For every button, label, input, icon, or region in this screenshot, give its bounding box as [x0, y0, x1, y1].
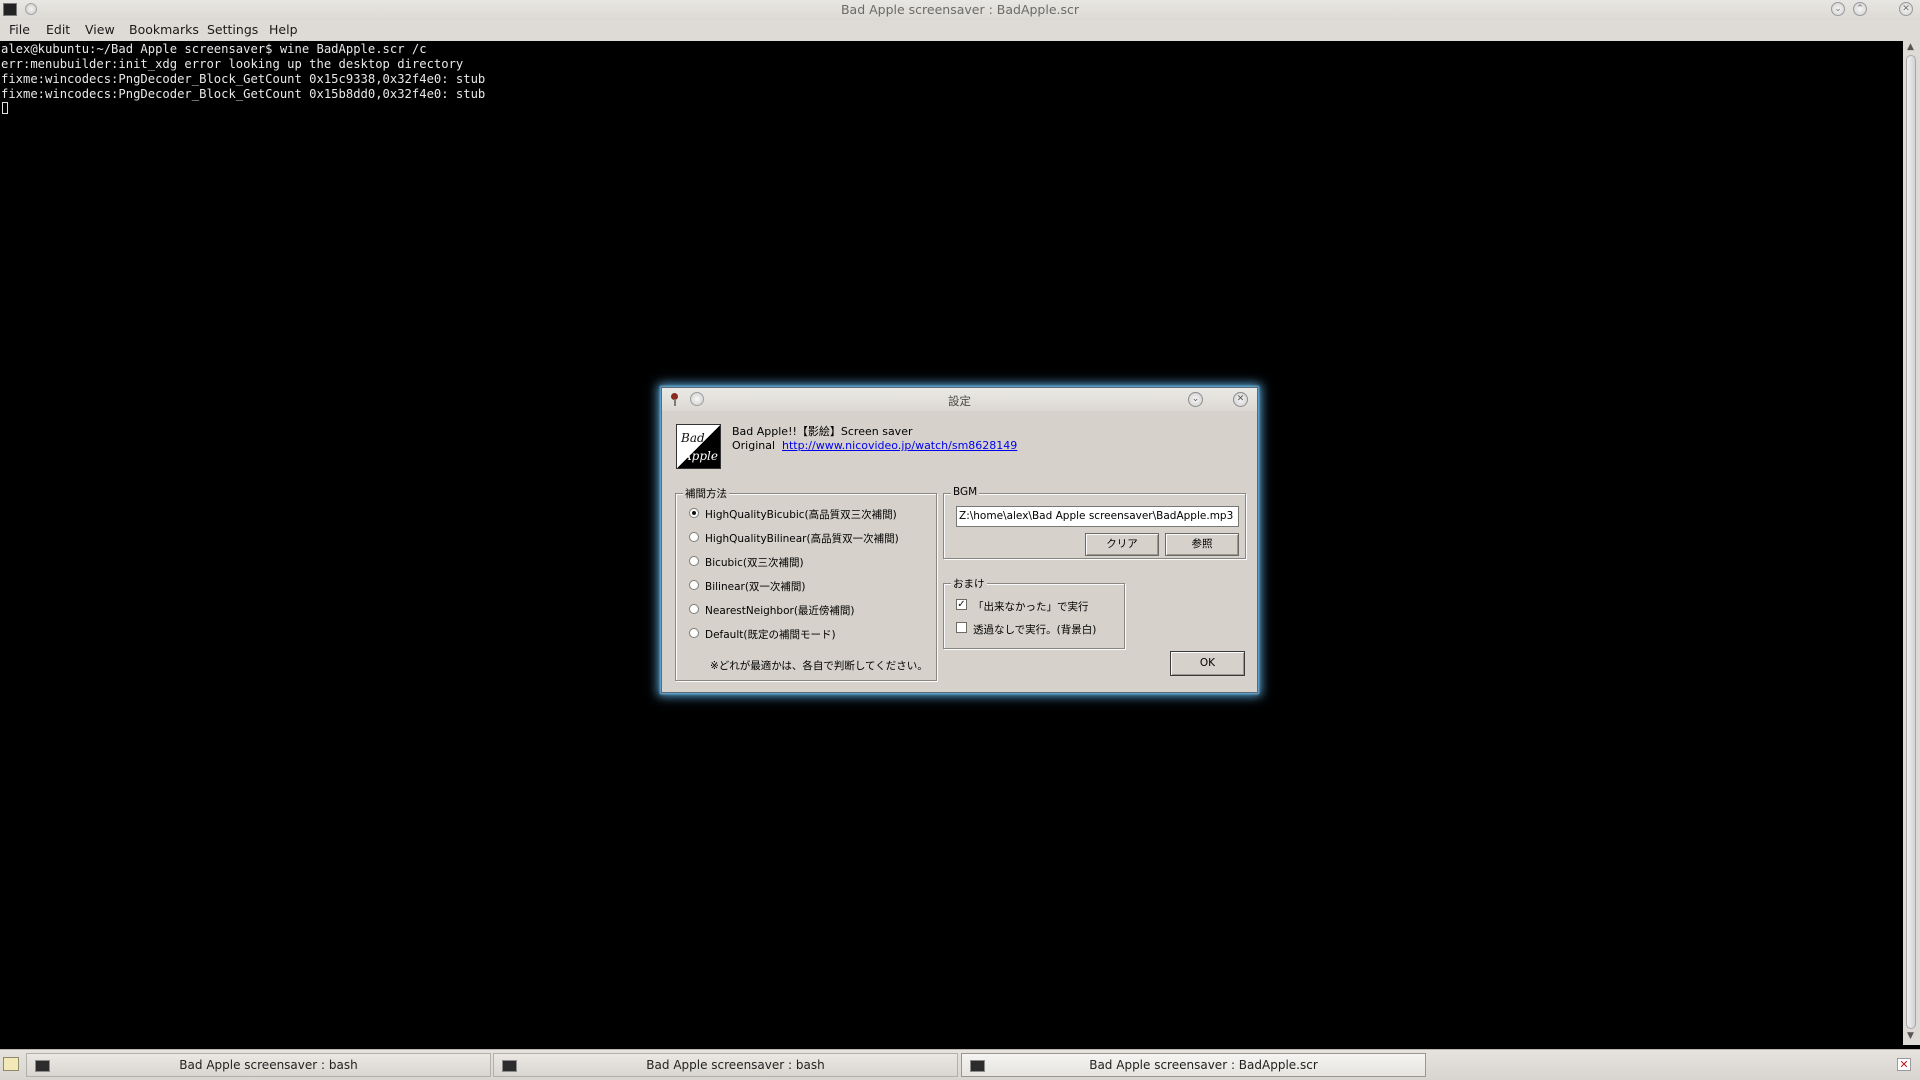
interpolation-legend: 補間方法: [683, 486, 729, 501]
radio-selected-icon[interactable]: [689, 508, 699, 518]
settings-dialog: 設定 ⌄ ✕ Bad Apple Bad Apple!!【影絵】Screen s…: [661, 387, 1258, 693]
scroll-up-icon[interactable]: ▲: [1907, 42, 1914, 52]
dialog-close-button[interactable]: ✕: [1233, 392, 1248, 407]
terminal-icon: [502, 1060, 517, 1072]
close-button[interactable]: ✕: [1899, 2, 1913, 16]
radio-icon[interactable]: [689, 532, 699, 542]
radio-icon[interactable]: [689, 628, 699, 638]
taskbar-item-badapple[interactable]: Bad Apple screensaver : BadApple.scr: [961, 1053, 1426, 1077]
tray-close-icon[interactable]: ✕: [1897, 1058, 1911, 1071]
bgm-legend: BGM: [951, 486, 980, 498]
app-title: Bad Apple!!【影絵】Screen saver: [732, 425, 913, 438]
menu-bookmarks[interactable]: Bookmarks: [129, 22, 199, 37]
maximize-button[interactable]: ⌃: [1853, 2, 1867, 16]
menu-edit[interactable]: Edit: [46, 22, 70, 37]
taskbar-item-bash-2[interactable]: Bad Apple screensaver : bash: [493, 1053, 958, 1077]
logo-text-bad: Bad: [681, 431, 705, 445]
bgm-group: BGM Z:\home\alex\Bad Apple screensaver\B…: [943, 486, 1246, 559]
terminal-line: fixme:wincodecs:PngDecoder_Block_GetCoun…: [1, 87, 486, 101]
original-link[interactable]: http://www.nicovideo.jp/watch/sm8628149: [782, 439, 1017, 452]
bad-apple-logo: Bad Apple: [676, 424, 721, 469]
taskbar-item-bash-1[interactable]: Bad Apple screensaver : bash: [26, 1053, 491, 1077]
menu-file[interactable]: File: [9, 22, 30, 37]
terminal-icon: [35, 1060, 50, 1072]
dialog-title: 設定: [948, 394, 971, 408]
terminal-cursor: [2, 102, 8, 114]
scroll-down-icon[interactable]: ▼: [1907, 1031, 1914, 1041]
menu-view[interactable]: View: [85, 22, 115, 37]
checkbox-icon[interactable]: [956, 622, 967, 633]
folder-icon[interactable]: [3, 1057, 19, 1071]
original-label: Original: [732, 439, 776, 452]
clear-button[interactable]: クリア: [1085, 533, 1159, 556]
interpolation-note: ※どれが最適かは、各自で判断してください。: [710, 660, 928, 672]
scrollbar-thumb[interactable]: [1906, 55, 1916, 1029]
taskbar: Bad Apple screensaver : bash Bad Apple s…: [0, 1049, 1920, 1080]
terminal-line: alex@kubuntu:~/Bad Apple screensaver$ wi…: [1, 42, 427, 56]
radio-icon[interactable]: [689, 604, 699, 614]
dialog-minimize-button[interactable]: ⌄: [1188, 392, 1203, 407]
bgm-path-input[interactable]: Z:\home\alex\Bad Apple screensaver\BadAp…: [956, 506, 1239, 527]
browse-button[interactable]: 参照: [1165, 533, 1239, 556]
terminal-line: fixme:wincodecs:PngDecoder_Block_GetCoun…: [1, 72, 486, 86]
terminal-line: err:menubuilder:init_xdg error looking u…: [1, 57, 464, 71]
minimize-button[interactable]: ⌄: [1831, 2, 1845, 16]
window-titlebar: Bad Apple screensaver : BadApple.scr ⌄ ⌃…: [0, 0, 1920, 20]
dialog-titlebar: 設定 ⌄ ✕: [662, 388, 1257, 411]
terminal-scrollbar[interactable]: ▲ ▼: [1903, 41, 1920, 1045]
radio-icon[interactable]: [689, 580, 699, 590]
terminal-icon: [970, 1060, 985, 1072]
checkbox-checked-icon[interactable]: ✓: [956, 599, 967, 610]
omake-group: おまけ ✓ 「出来なかった」で実行 透過なしで実行。(背景白): [943, 576, 1125, 649]
logo-text-apple: Apple: [683, 449, 718, 463]
menu-settings[interactable]: Settings: [207, 22, 258, 37]
window-title: Bad Apple screensaver : BadApple.scr: [840, 2, 1080, 17]
radio-icon[interactable]: [689, 556, 699, 566]
menubar: File Edit View Bookmarks Settings Help: [0, 20, 1920, 41]
ok-button[interactable]: OK: [1170, 651, 1245, 676]
interpolation-group: 補間方法 HighQualityBicubic(高品質双三次補間) HighQu…: [675, 486, 937, 681]
omake-legend: おまけ: [951, 576, 987, 591]
menu-help[interactable]: Help: [269, 22, 298, 37]
